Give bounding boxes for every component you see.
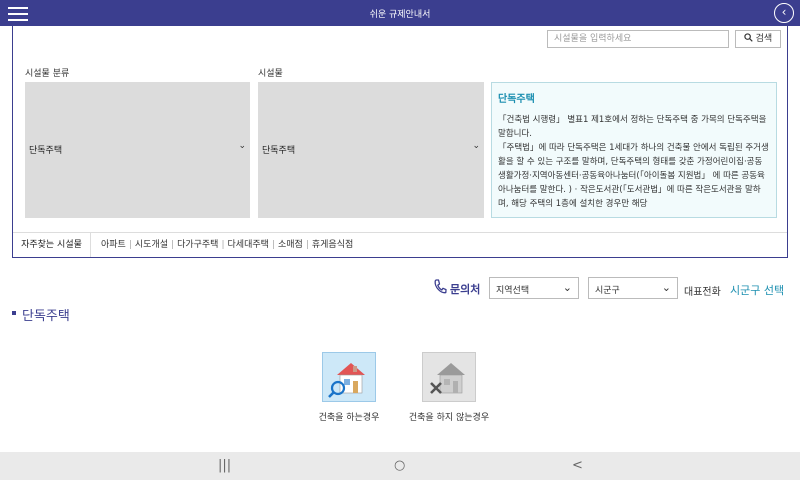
rep-phone-label: 대표전화 [684, 287, 721, 298]
frequent-link-road[interactable]: 시도개설 [135, 240, 168, 250]
frequent-link-retail[interactable]: 소매점 [278, 240, 303, 250]
search-button-label: 검색 [755, 34, 773, 44]
section-title: 단독주택 [22, 309, 70, 324]
category-label: 시설물 분류 [25, 69, 70, 79]
facility-search-panel: 검색 시설물 분류 단독주택 ⌄ 시설물 단독주택 ⌄ 단독주택 「건축법 시행… [12, 26, 788, 258]
facility-label: 시설물 [258, 69, 283, 79]
description-paragraph: 「건축법 시행령」 별표1 제1호에서 정하는 단독주택 중 가목의 단독주택을… [498, 115, 767, 139]
contact-label: 문의처 [450, 283, 481, 296]
frequent-link-snack-restaurant[interactable]: 휴게음식점 [312, 240, 353, 250]
system-nav-bar: ||| ○ < [0, 452, 800, 480]
section-bullet [12, 311, 16, 315]
frequent-facilities-label: 자주찾는 시설물 [13, 233, 91, 257]
category-select[interactable]: 단독주택 ⌄ [25, 82, 250, 218]
chevron-down-icon: ⌄ [238, 141, 246, 151]
region-select-value: 지역선택 [496, 286, 530, 296]
description-title: 단독주택 [498, 94, 535, 105]
recent-apps-button[interactable]: ||| [218, 458, 231, 473]
description-body: 「건축법 시행령」 별표1 제1호에서 정하는 단독주택 중 가목의 단독주택을… [498, 113, 770, 211]
facility-description-box: 단독주택 「건축법 시행령」 별표1 제1호에서 정하는 단독주택 중 가목의 … [491, 82, 777, 218]
magnifier-icon [744, 33, 753, 42]
frequent-link-multi-unit[interactable]: 다세대주택 [228, 240, 269, 250]
district-select[interactable]: 시군구 ⌄ [588, 277, 678, 299]
frequent-facilities-links: 아파트 | 시도개설 | 다가구주택 | 다세대주택 | 소매점 | 휴게음식점 [101, 240, 354, 250]
frequent-link-apartment[interactable]: 아파트 [101, 240, 126, 250]
region-select[interactable]: 지역선택 ⌄ [489, 277, 579, 299]
facility-selected-value: 단독주택 [262, 146, 296, 156]
no-build-case-label: 건축을 하지 않는경우 [408, 413, 490, 423]
chevron-down-icon: ⌄ [472, 141, 480, 151]
frequent-facilities-bar: 자주찾는 시설물 아파트 | 시도개설 | 다가구주택 | 다세대주택 | 소매점 | 휴게음식점 [13, 232, 787, 257]
frequent-link-multi-household[interactable]: 다가구주택 [177, 240, 218, 250]
phone-icon [434, 279, 447, 294]
top-app-bar: 쉬운 규제안내서 ‹ [0, 0, 800, 26]
facility-search-input[interactable] [547, 30, 729, 48]
app-title: 쉬운 규제안내서 [369, 10, 431, 20]
search-button[interactable]: 검색 [735, 30, 781, 48]
rep-phone-value: 시군구 선택 [730, 284, 785, 297]
nav-back-button[interactable]: < [572, 458, 583, 473]
category-selected-value: 단독주택 [29, 146, 63, 156]
district-select-value: 시군구 [595, 286, 620, 296]
no-build-case-button[interactable] [422, 352, 476, 402]
build-case-label: 건축을 하는경우 [318, 413, 380, 423]
chevron-down-icon: ⌄ [562, 281, 572, 294]
description-paragraph: 「주택법」에 따라 단독주택은 1세대가 하나의 건축물 안에서 독립된 주거생… [498, 143, 769, 209]
facility-select[interactable]: 단독주택 ⌄ [258, 82, 484, 218]
house-search-icon [328, 363, 365, 398]
circle-chevron-left-icon[interactable]: ‹ [774, 3, 794, 23]
chevron-down-icon: ⌄ [661, 281, 671, 294]
house-x-icon [430, 363, 465, 394]
home-button[interactable]: ○ [394, 458, 405, 473]
build-case-button[interactable] [322, 352, 376, 402]
